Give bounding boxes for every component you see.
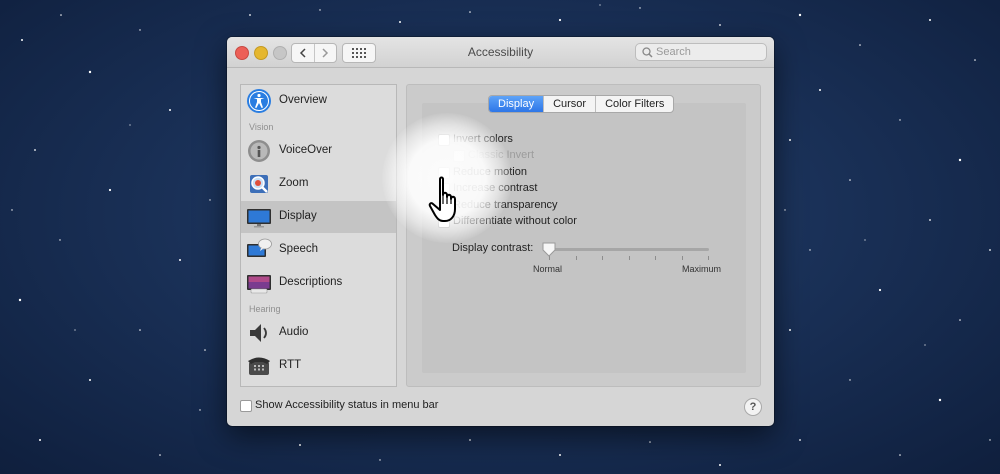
checkbox-box[interactable] (438, 183, 450, 195)
sidebar-item-label: Descriptions (279, 276, 343, 288)
zoom-icon (250, 175, 268, 193)
sidebar-item-label: Speech (279, 243, 319, 255)
sidebar-item-label: RTT (279, 359, 302, 371)
option-label: Differentiate without color (453, 215, 577, 227)
slider-tick (602, 256, 603, 260)
tab-color-filters[interactable]: Color Filters (595, 96, 673, 112)
option-label: Reduce transparency (453, 199, 558, 211)
checkbox-box[interactable] (438, 200, 450, 212)
speaker-icon (250, 324, 267, 342)
search-field[interactable]: Search (635, 43, 767, 61)
sidebar-item-rtt[interactable]: RTT (241, 350, 396, 382)
tab-bar: Display Cursor Color Filters (488, 95, 675, 113)
sidebar-item-voiceover[interactable]: VoiceOver (241, 135, 396, 167)
sidebar-item-label: Zoom (279, 177, 309, 189)
checkbox-box[interactable] (438, 167, 450, 179)
sidebar-item-label: Audio (279, 326, 309, 338)
slider-tick (576, 256, 577, 260)
slider-max-label: Maximum (682, 264, 722, 274)
slider-tick (629, 256, 630, 260)
show-status-in-menu-bar-checkbox[interactable]: Show Accessibility status in menu bar (240, 399, 540, 413)
slider-tick (682, 256, 683, 260)
checkbox-box[interactable] (438, 134, 450, 146)
search-icon (642, 47, 653, 58)
slider-min-label: Normal (533, 264, 563, 274)
accessibility-icon (247, 89, 271, 113)
section-header-vision: Vision (249, 122, 274, 132)
sidebar-item-speech[interactable]: Speech (241, 234, 396, 266)
contrast-slider-thumb[interactable] (542, 242, 556, 257)
display-contrast-label: Display contrast: (452, 242, 534, 254)
speech-icon (247, 238, 272, 257)
tab-display[interactable]: Display (489, 96, 544, 112)
option-label: Increase contrast (453, 182, 538, 194)
sidebar-item-overview[interactable]: Overview (241, 85, 396, 117)
content-panel (406, 84, 761, 387)
contrast-slider-track[interactable] (548, 248, 709, 251)
display-icon (247, 209, 271, 228)
option-label: Reduce motion (453, 166, 527, 178)
slider-tick (708, 256, 709, 260)
checkbox-box[interactable] (438, 216, 450, 228)
option-label: Classic Invert (468, 149, 535, 161)
title-bar: Accessibility Search (227, 37, 774, 68)
checkbox-box[interactable] (240, 400, 252, 412)
sidebar-item-label: VoiceOver (279, 144, 333, 156)
voiceover-icon (248, 140, 270, 162)
telephone-icon (248, 357, 270, 375)
sidebar-item-audio[interactable]: Audio (241, 317, 396, 349)
option-label: Invert colors (453, 133, 513, 145)
sidebar-item-display[interactable]: Display (241, 201, 396, 233)
preferences-window: Accessibility Search Overview Vision Voi… (227, 37, 774, 426)
slider-tick (655, 256, 656, 260)
descriptions-icon (247, 275, 271, 294)
sidebar-item-descriptions[interactable]: Descriptions (241, 267, 396, 299)
sidebar-item-label: Display (279, 210, 317, 222)
checkbox-box[interactable] (453, 150, 465, 162)
tab-cursor[interactable]: Cursor (543, 96, 595, 112)
help-button[interactable]: ? (744, 398, 762, 416)
sidebar-item-label: Overview (279, 94, 327, 106)
sidebar: Overview Vision VoiceOver Zoom Display S… (240, 84, 397, 387)
section-header-hearing: Hearing (249, 304, 281, 314)
option-label: Show Accessibility status in menu bar (255, 399, 439, 411)
search-placeholder: Search (656, 46, 691, 58)
sidebar-item-zoom[interactable]: Zoom (241, 168, 396, 200)
